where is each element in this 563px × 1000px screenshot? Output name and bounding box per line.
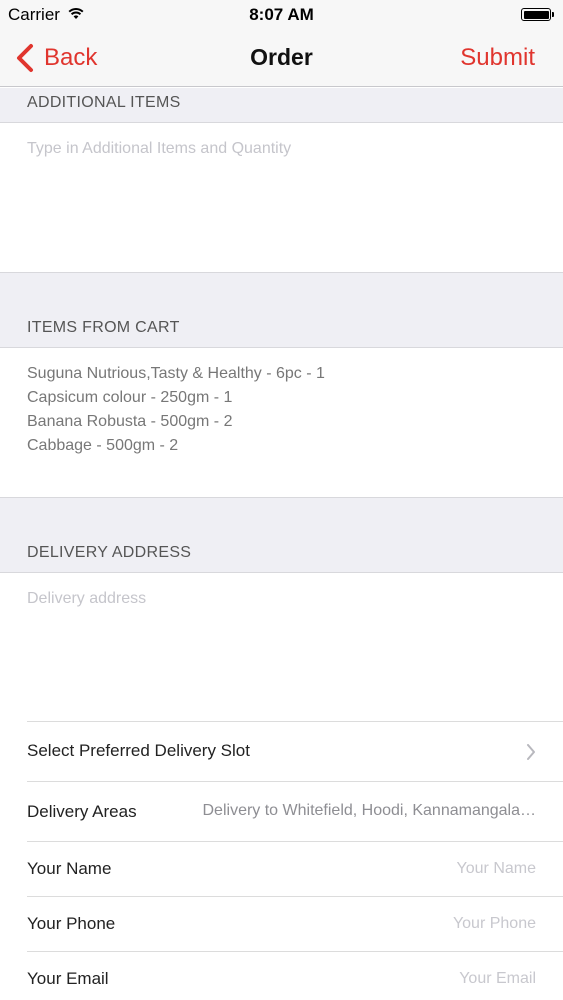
section-label: DELIVERY ADDRESS xyxy=(27,544,192,561)
cart-item: Banana Robusta - 500gm - 2 xyxy=(27,413,233,430)
phone-input[interactable]: Your Phone xyxy=(453,915,536,933)
name-label: Your Name xyxy=(27,859,112,878)
section-label: ITEMS FROM CART xyxy=(27,319,180,336)
cart-items-text[interactable]: Suguna Nutrious,Tasty & Healthy - 6pc - … xyxy=(0,348,563,497)
additional-items-textarea[interactable]: Type in Additional Items and Quantity xyxy=(0,123,563,272)
delivery-areas-label: Delivery Areas xyxy=(27,802,137,821)
section-header-additional-items: ADDITIONAL ITEMS xyxy=(0,88,563,123)
section-header-delivery-address: DELIVERY ADDRESS xyxy=(0,497,563,573)
delivery-areas-value: Delivery to Whitefield, Hoodi, Kannamang… xyxy=(202,802,537,819)
submit-button[interactable]: Submit xyxy=(460,44,535,72)
cart-list: Suguna Nutrious,Tasty & Healthy - 6pc - … xyxy=(27,362,325,458)
phone-label: Your Phone xyxy=(27,914,116,933)
section-label: ADDITIONAL ITEMS xyxy=(27,94,181,111)
additional-items-placeholder: Type in Additional Items and Quantity xyxy=(27,140,292,157)
delivery-address-placeholder: Delivery address xyxy=(27,590,147,607)
email-input[interactable]: Your Email xyxy=(459,970,536,988)
email-row[interactable]: Your Email Your Email xyxy=(27,951,563,1000)
status-bar: Carrier 8:07 AM xyxy=(0,0,563,30)
section-header-items-from-cart: ITEMS FROM CART xyxy=(0,272,563,348)
battery-icon xyxy=(521,8,554,21)
cart-item: Capsicum colour - 250gm - 1 xyxy=(27,389,233,406)
phone-row[interactable]: Your Phone Your Phone xyxy=(27,896,563,951)
email-label: Your Email xyxy=(27,969,109,988)
delivery-slot-row[interactable]: Select Preferred Delivery Slot xyxy=(27,721,563,781)
chevron-right-icon xyxy=(527,744,535,760)
delivery-slot-label: Select Preferred Delivery Slot xyxy=(27,741,250,760)
name-input[interactable]: Your Name xyxy=(457,860,536,878)
delivery-areas-row[interactable]: Delivery Areas Delivery to Whitefield, H… xyxy=(27,781,563,841)
status-time: 8:07 AM xyxy=(249,5,314,24)
cart-item: Cabbage - 500gm - 2 xyxy=(27,437,179,454)
delivery-address-textarea[interactable]: Delivery address xyxy=(0,573,563,721)
cart-item: Suguna Nutrious,Tasty & Healthy - 6pc - … xyxy=(27,365,325,382)
navigation-bar: Back Order Submit xyxy=(0,30,563,87)
name-row[interactable]: Your Name Your Name xyxy=(27,841,563,896)
